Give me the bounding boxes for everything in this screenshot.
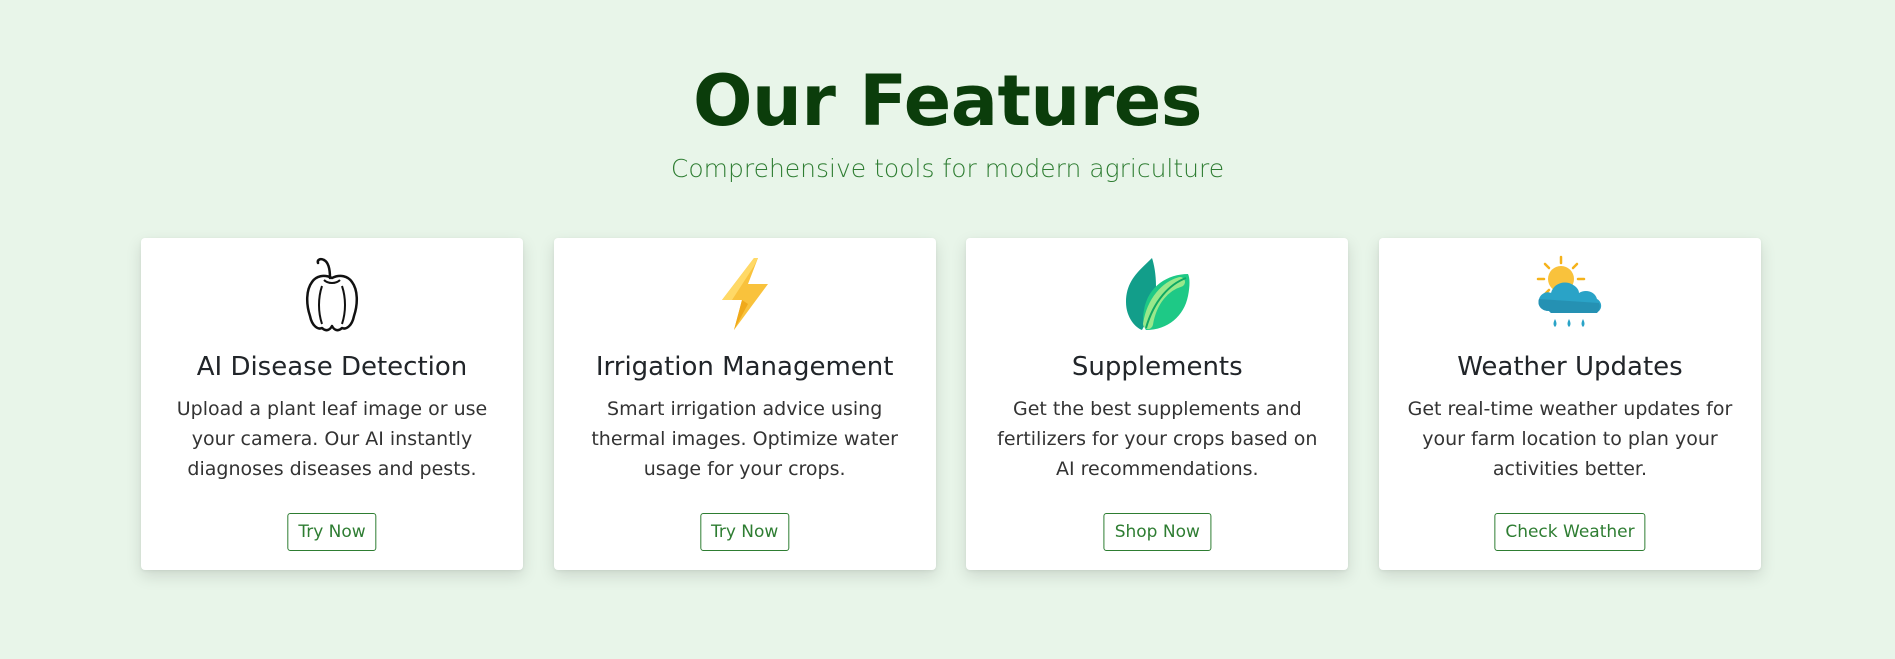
try-now-button[interactable]: Try Now	[287, 513, 377, 551]
features-section: Our Features Comprehensive tools for mod…	[0, 0, 1895, 659]
feature-card-disease-detection: AI Disease Detection Upload a plant leaf…	[141, 238, 523, 570]
shop-now-button[interactable]: Shop Now	[1103, 513, 1211, 551]
card-title: Weather Updates	[1457, 352, 1683, 382]
try-now-button[interactable]: Try Now	[699, 513, 790, 551]
bell-pepper-icon	[141, 256, 523, 332]
page-subtitle: Comprehensive tools for modern agricultu…	[670, 154, 1225, 183]
check-weather-button[interactable]: Check Weather	[1494, 513, 1646, 551]
card-title: AI Disease Detection	[196, 352, 468, 382]
feature-card-supplements: Supplements Get the best supplements and…	[966, 238, 1349, 570]
leaf-icon	[966, 256, 1348, 332]
sun-cloud-rain-icon	[1379, 255, 1761, 332]
feature-card-weather: Weather Updates Get real-time weather up…	[1378, 238, 1761, 570]
card-title: Supplements	[1071, 352, 1243, 382]
page-title: Our Features	[693, 60, 1202, 142]
feature-cards: AI Disease Detection Upload a plant leaf…	[141, 238, 1761, 570]
card-title: Irrigation Management	[595, 352, 894, 382]
card-description: Get the best supplements and fertilizers…	[997, 398, 1318, 480]
feature-card-irrigation: Irrigation Management Smart irrigation a…	[553, 238, 936, 570]
lightning-bolt-icon	[554, 256, 936, 332]
card-description: Upload a plant leaf image or use your ca…	[176, 398, 488, 480]
card-description: Get real-time weather updates for your f…	[1407, 398, 1733, 480]
card-description: Smart irrigation advice using thermal im…	[591, 398, 898, 480]
